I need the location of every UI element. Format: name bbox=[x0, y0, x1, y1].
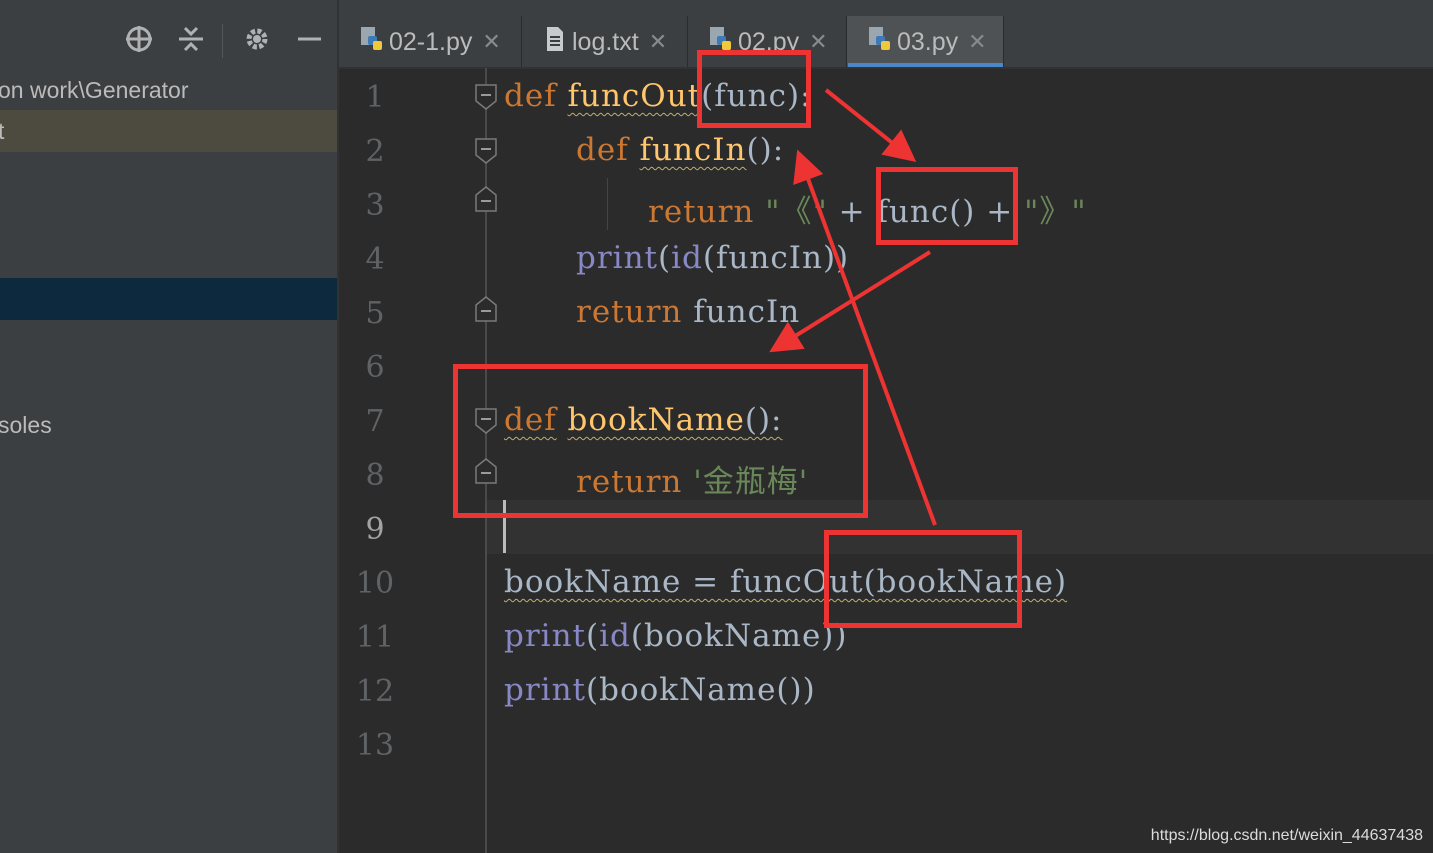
arrow-param-to-call bbox=[824, 88, 917, 162]
annotation-arrows bbox=[769, 88, 937, 526]
watermark: https://blog.csdn.net/weixin_44637438 bbox=[1150, 827, 1423, 844]
arrow-arg-to-funcin bbox=[793, 149, 937, 526]
